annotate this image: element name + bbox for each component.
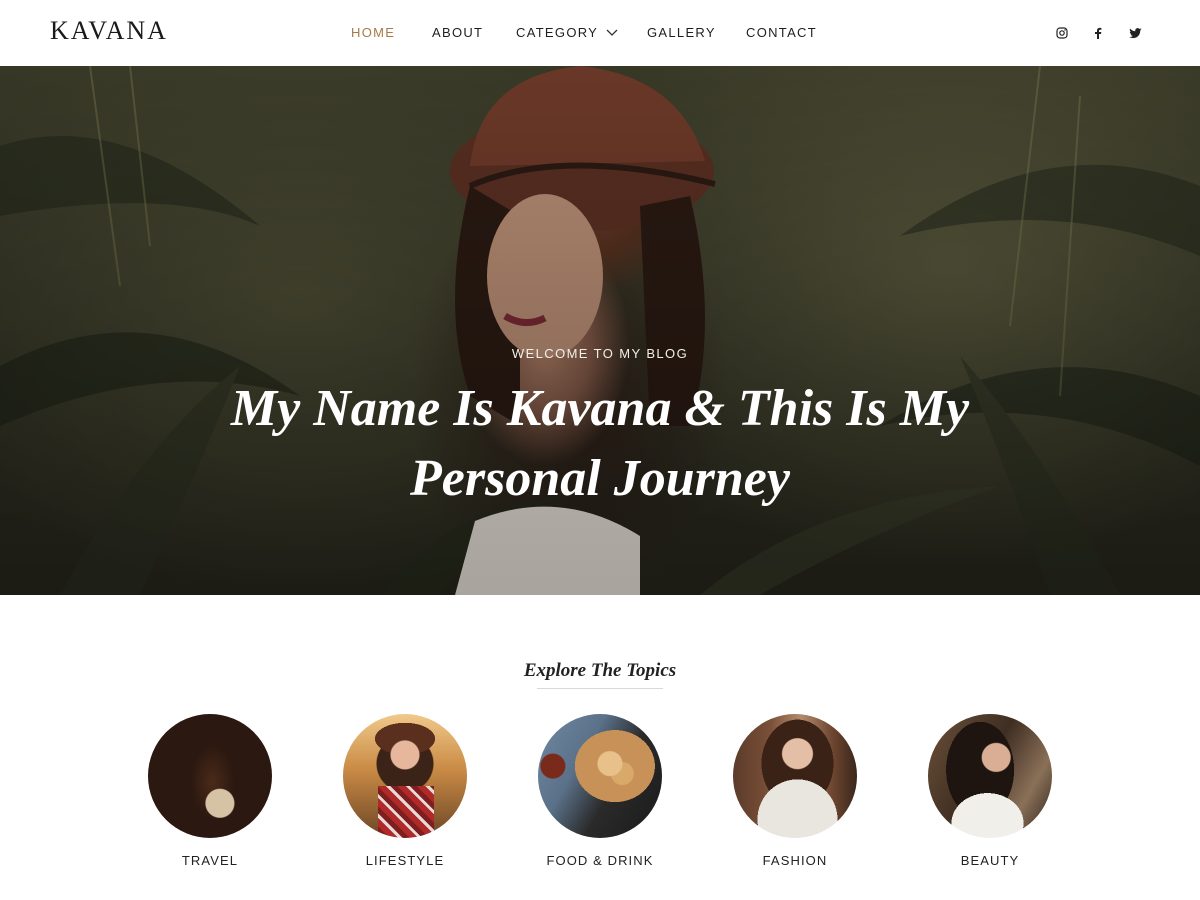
topic-food-drink[interactable]: FOOD & DRINK [520, 714, 680, 868]
topic-image-food-drink [538, 714, 662, 838]
nav-item-gallery[interactable]: GALLERY [647, 25, 716, 40]
topic-label: BEAUTY [960, 853, 1020, 868]
topic-lifestyle[interactable]: LIFESTYLE [325, 714, 485, 868]
topic-travel[interactable]: TRAVEL [130, 714, 290, 868]
hero-kicker: WELCOME TO MY BLOG [511, 346, 689, 361]
nav-item-contact[interactable]: CONTACT [746, 25, 817, 40]
topic-fashion[interactable]: FASHION [715, 714, 875, 868]
hero-banner: WELCOME TO MY BLOG My Name Is Kavana & T… [0, 66, 1200, 595]
nav-item-category-label: CATEGORY [516, 25, 599, 40]
topics-heading: Explore The Topics [523, 660, 677, 681]
main-nav: HOME ABOUT CATEGORY GALLERY CONTACT [0, 0, 1200, 66]
topic-beauty[interactable]: BEAUTY [910, 714, 1070, 868]
hero-overlay [0, 66, 1200, 595]
hero-title: My Name Is Kavana & This Is My Personal … [230, 380, 970, 507]
topic-image-lifestyle [343, 714, 467, 838]
facebook-icon[interactable] [1089, 24, 1107, 42]
topic-image-fashion [733, 714, 857, 838]
nav-item-about[interactable]: ABOUT [432, 25, 483, 40]
nav-item-category[interactable]: CATEGORY [516, 25, 618, 40]
topic-image-beauty [928, 714, 1052, 838]
topics-heading-underline [537, 688, 663, 689]
topic-label: TRAVEL [181, 853, 239, 868]
chevron-down-icon [606, 25, 618, 40]
topic-image-travel [148, 714, 272, 838]
topic-label: FASHION [762, 853, 828, 868]
topic-label: LIFESTYLE [365, 853, 445, 868]
topic-label: FOOD & DRINK [546, 853, 654, 868]
nav-item-home[interactable]: HOME [351, 25, 395, 40]
twitter-icon[interactable] [1126, 24, 1144, 42]
site-header: KAVANA HOME ABOUT CATEGORY GALLERY CONTA… [0, 0, 1200, 66]
instagram-icon[interactable] [1053, 24, 1071, 42]
